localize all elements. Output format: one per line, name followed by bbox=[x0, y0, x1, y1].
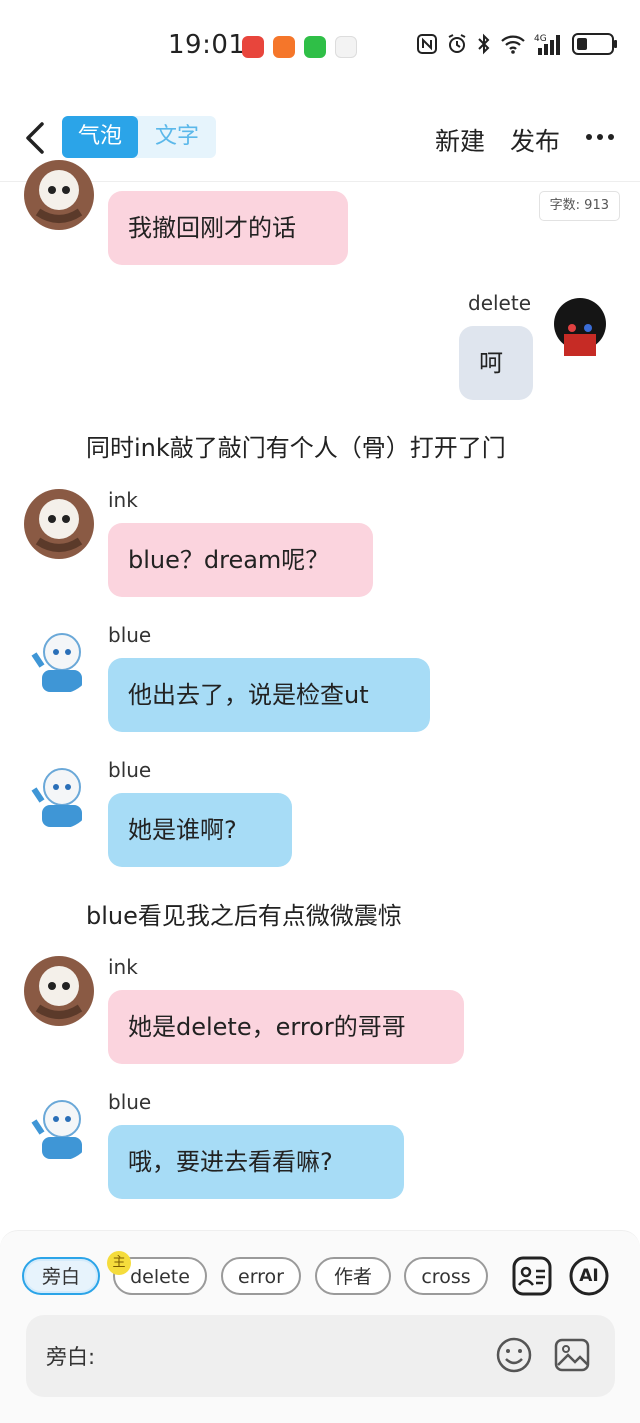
nfc-icon bbox=[416, 33, 438, 55]
contact-card-icon[interactable] bbox=[511, 1255, 553, 1297]
alarm-icon bbox=[446, 33, 468, 55]
word-count-badge: 字数: 913 bbox=[538, 191, 620, 221]
wechat-app-icon bbox=[304, 36, 326, 58]
mode-toggle: 气泡 文字 bbox=[62, 116, 216, 158]
chat-bubble[interactable]: 我撤回刚才的话 bbox=[108, 191, 348, 265]
ai-label: AI bbox=[579, 1266, 599, 1286]
speaker-name: delete bbox=[468, 291, 532, 315]
chat-bubble[interactable]: blue？dream呢？ bbox=[108, 523, 373, 597]
character-chip-narrator[interactable]: 旁白 bbox=[22, 1257, 100, 1295]
message-input[interactable]: 旁白: bbox=[26, 1315, 615, 1397]
avatar-ink[interactable] bbox=[24, 160, 94, 230]
speaker-name: ink bbox=[108, 488, 138, 512]
character-chip-author[interactable]: 作者 bbox=[315, 1257, 391, 1295]
notification-app-icon bbox=[335, 36, 357, 58]
narration-text[interactable]: 同时ink敲了敲门有个人（骨）打开了门 bbox=[86, 428, 506, 463]
chat-bubble[interactable]: 他出去了，说是检查ut bbox=[108, 658, 430, 732]
avatar-blue[interactable] bbox=[24, 624, 94, 694]
speaker-name: blue bbox=[108, 1090, 152, 1114]
top-bar: 气泡 文字 新建 发布 bbox=[0, 96, 640, 182]
kuaishou-app-icon bbox=[273, 36, 295, 58]
chat-bubble[interactable]: 呵 bbox=[459, 326, 533, 400]
chat-bubble[interactable]: 她是delete，error的哥哥 bbox=[108, 990, 464, 1064]
status-bar: 19:01 4G bbox=[0, 0, 640, 96]
svg-text:4G: 4G bbox=[534, 34, 547, 44]
emoji-icon[interactable] bbox=[494, 1335, 534, 1375]
system-icons: 4G bbox=[416, 32, 618, 56]
speaker-name: blue bbox=[108, 623, 152, 647]
chat-bubble[interactable]: 她是谁啊? bbox=[108, 793, 292, 867]
character-chip-cross[interactable]: cross bbox=[404, 1257, 488, 1295]
character-chip-error[interactable]: error bbox=[221, 1257, 301, 1295]
image-icon[interactable] bbox=[552, 1335, 592, 1375]
publish-button[interactable]: 发布 bbox=[510, 122, 560, 158]
input-speaker-label: 旁白: bbox=[46, 1345, 96, 1369]
avatar-ink[interactable] bbox=[24, 489, 94, 559]
owner-badge: 主 bbox=[107, 1251, 131, 1275]
avatar-ink[interactable] bbox=[24, 956, 94, 1026]
new-button[interactable]: 新建 bbox=[435, 122, 485, 158]
avatar-blue[interactable] bbox=[24, 759, 94, 829]
speaker-name: ink bbox=[108, 955, 138, 979]
speaker-name: blue bbox=[108, 758, 152, 782]
wifi-icon bbox=[500, 33, 526, 55]
status-time: 19:01 bbox=[168, 30, 246, 60]
composer-panel: 旁白 delete 主 error 作者 cross AI 旁白: bbox=[0, 1230, 640, 1423]
avatar-blue[interactable] bbox=[24, 1091, 94, 1161]
more-horizontal-icon[interactable] bbox=[586, 134, 614, 140]
avatar-delete[interactable] bbox=[546, 294, 614, 362]
battery-icon bbox=[572, 32, 618, 56]
tab-bubble[interactable]: 气泡 bbox=[62, 116, 138, 158]
huawei-app-icon bbox=[242, 36, 264, 58]
bluetooth-icon bbox=[476, 33, 492, 55]
chevron-left-icon[interactable] bbox=[20, 118, 50, 158]
tab-text[interactable]: 文字 bbox=[138, 116, 216, 158]
chat-bubble[interactable]: 哦，要进去看看嘛? bbox=[108, 1125, 404, 1199]
narration-text[interactable]: blue看见我之后有点微微震惊 bbox=[86, 896, 402, 931]
4g-signal-icon: 4G bbox=[534, 32, 564, 56]
ai-button[interactable]: AI bbox=[568, 1255, 610, 1297]
